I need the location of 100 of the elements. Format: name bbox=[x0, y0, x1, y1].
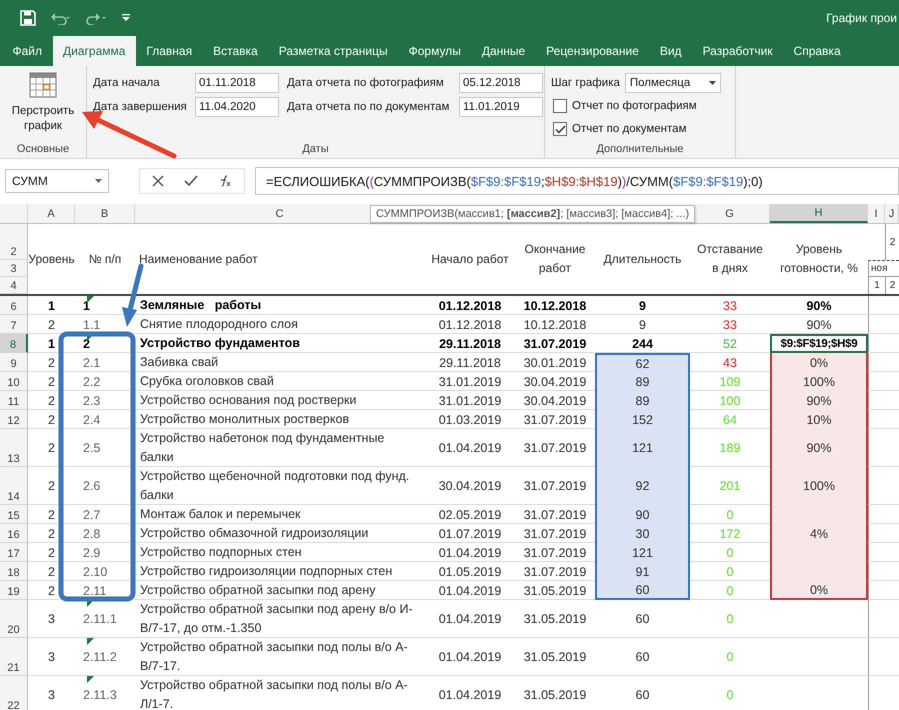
ribbon-tab[interactable]: Рецензирование bbox=[536, 36, 650, 66]
insert-function-icon[interactable] bbox=[218, 175, 232, 187]
table-cell: 31.07.2019 bbox=[524, 508, 586, 522]
date-field[interactable]: 11.01.2019 bbox=[459, 97, 543, 117]
table-cell: $9:$F$19;$H$9 bbox=[770, 334, 868, 353]
table-cell-text: Устройство обмазочной гидроизоляции bbox=[140, 525, 368, 542]
row-number[interactable]: 18 bbox=[0, 562, 28, 581]
table-cell: 2.11.1 bbox=[83, 612, 117, 626]
table-cell-text: 90% bbox=[805, 316, 833, 334]
ribbon-tab[interactable]: Вставка bbox=[202, 36, 268, 66]
ribbon-tab[interactable]: Диаграмма bbox=[52, 36, 136, 66]
customize-icon[interactable] bbox=[122, 13, 130, 23]
date-field[interactable]: 11.04.2020 bbox=[195, 97, 279, 117]
table-cell: 2.11.2 bbox=[83, 650, 117, 664]
table-cell: 30.04.2019 bbox=[524, 394, 586, 408]
row-number[interactable]: 2 bbox=[0, 224, 28, 260]
row-number[interactable]: 15 bbox=[0, 505, 28, 524]
group-label: Основные bbox=[16, 143, 70, 155]
table-cell: 90 bbox=[595, 505, 690, 524]
row-number[interactable]: 10 bbox=[0, 372, 28, 391]
table-cell: 31.05.2019 bbox=[524, 650, 586, 664]
month-label: ноя bbox=[871, 263, 888, 274]
undo-icon[interactable] bbox=[50, 11, 72, 25]
row-number[interactable]: 3 bbox=[0, 260, 28, 277]
date-field[interactable]: 01.11.2018 bbox=[195, 73, 279, 93]
column-heading: Длительность bbox=[604, 250, 682, 268]
rebuild-chart-button[interactable]: Перстроить график bbox=[8, 72, 78, 134]
row-number[interactable]: 22 bbox=[0, 676, 28, 710]
row-number[interactable]: 9 bbox=[0, 353, 28, 372]
ribbon-tab[interactable]: Данные bbox=[471, 36, 536, 66]
ribbon-tab[interactable]: Справка bbox=[783, 36, 852, 66]
ribbon-tab[interactable]: Вид bbox=[649, 36, 692, 66]
table-cell-text: Устройство гидроизоляции подпорных стен bbox=[140, 563, 392, 580]
table-cell-text: Устройство щебеночной подготовки под фунд. балки bbox=[140, 468, 410, 504]
field-label: Дата отчета по фотографиям bbox=[287, 77, 445, 89]
ribbon-tab[interactable]: Файл bbox=[2, 36, 53, 66]
formula-field[interactable]: =ЕСЛИОШИБКА((СУММПРОИЗВ($F$9:$F$19;$H$9:$H$19))/СУММ($F$9:$F$19);0) bbox=[255, 167, 899, 195]
enter-check-icon[interactable] bbox=[184, 175, 198, 187]
step-dropdown[interactable]: Полмесяца bbox=[624, 73, 721, 93]
table-cell-text: 100 bbox=[718, 392, 742, 410]
table-cell: 60 bbox=[595, 581, 690, 600]
checkbox-label[interactable]: Отчет по документам bbox=[572, 123, 686, 135]
table-cell-text: 64 bbox=[722, 412, 738, 428]
row-number[interactable]: 16 bbox=[0, 524, 28, 543]
table-cell-text: 244 bbox=[631, 336, 654, 352]
row-number[interactable]: 4 bbox=[0, 277, 28, 294]
column-heading: Уровень готовности, % bbox=[779, 241, 859, 277]
save-icon[interactable] bbox=[20, 10, 36, 26]
column-header[interactable]: B bbox=[75, 204, 135, 223]
table-cell-text: Устройство обратной засыпки под арену в/о И-В/7-17, до отм.-1.350 bbox=[140, 601, 414, 637]
column-heading: Отставание в днях bbox=[696, 241, 764, 277]
column-header[interactable]: I bbox=[868, 204, 885, 223]
table-cell-text: 172 bbox=[718, 526, 742, 542]
table-cell-text: 9 bbox=[638, 298, 647, 314]
table-cell-text: 52 bbox=[722, 336, 738, 352]
table-cell: 92 bbox=[595, 467, 690, 505]
row-number[interactable]: 8 bbox=[0, 334, 28, 353]
row-number[interactable]: 12 bbox=[0, 410, 28, 429]
table-cell: 2 bbox=[48, 584, 55, 598]
table-cell: 01.12.2018 bbox=[438, 298, 502, 312]
table-cell: 31.05.2019 bbox=[524, 584, 586, 598]
date-field[interactable]: 05.12.2018 bbox=[459, 73, 543, 93]
ribbon-tab[interactable]: Главная bbox=[136, 36, 203, 66]
row-number[interactable]: 17 bbox=[0, 543, 28, 562]
column-header[interactable]: J bbox=[885, 204, 899, 223]
table-cell: 2.7 bbox=[83, 508, 100, 522]
row-number[interactable]: 20 bbox=[0, 600, 28, 638]
table-cell: 2 bbox=[48, 394, 55, 408]
ribbon-tab[interactable]: Разработчик bbox=[692, 36, 784, 66]
table-cell: 4% bbox=[770, 524, 868, 543]
name-box[interactable]: СУММ bbox=[5, 169, 109, 193]
checkbox[interactable] bbox=[553, 122, 567, 136]
column-header[interactable]: H bbox=[770, 204, 868, 223]
table-cell: 2.5 bbox=[83, 441, 100, 455]
row-number[interactable]: 19 bbox=[0, 581, 28, 600]
row-number[interactable]: 11 bbox=[0, 391, 28, 410]
table-cell: 01.04.2019 bbox=[438, 612, 502, 626]
row-number[interactable]: 21 bbox=[0, 638, 28, 676]
row-number[interactable]: 7 bbox=[0, 315, 28, 334]
ribbon-tab[interactable]: Разметка страницы bbox=[268, 36, 398, 66]
table-cell: 62 bbox=[595, 353, 690, 372]
row-number[interactable]: 13 bbox=[0, 429, 28, 467]
table-cell: 31.07.2019 bbox=[524, 336, 586, 350]
table-cell: 121 bbox=[595, 543, 690, 562]
table-cell: 01.04.2019 bbox=[438, 650, 502, 664]
ribbon-tab[interactable]: Формулы bbox=[398, 36, 472, 66]
table-cell-text: 43 bbox=[722, 354, 738, 372]
table-cell: 02.05.2019 bbox=[438, 508, 502, 522]
table-cell: 31.01.2019 bbox=[438, 394, 502, 408]
column-header[interactable]: A bbox=[28, 204, 75, 223]
cancel-icon[interactable] bbox=[152, 175, 164, 187]
year-label: 2 bbox=[890, 236, 896, 248]
checkbox-label[interactable]: Отчет по фотографиям bbox=[572, 100, 697, 112]
table-cell-text: 0 bbox=[726, 564, 734, 580]
redo-icon[interactable] bbox=[86, 11, 108, 25]
row-number[interactable]: 14 bbox=[0, 467, 28, 505]
table-cell-text: 9 bbox=[638, 316, 647, 334]
table-cell: 2.11 bbox=[83, 584, 106, 598]
row-number[interactable]: 6 bbox=[0, 296, 28, 315]
checkbox[interactable] bbox=[553, 99, 567, 113]
